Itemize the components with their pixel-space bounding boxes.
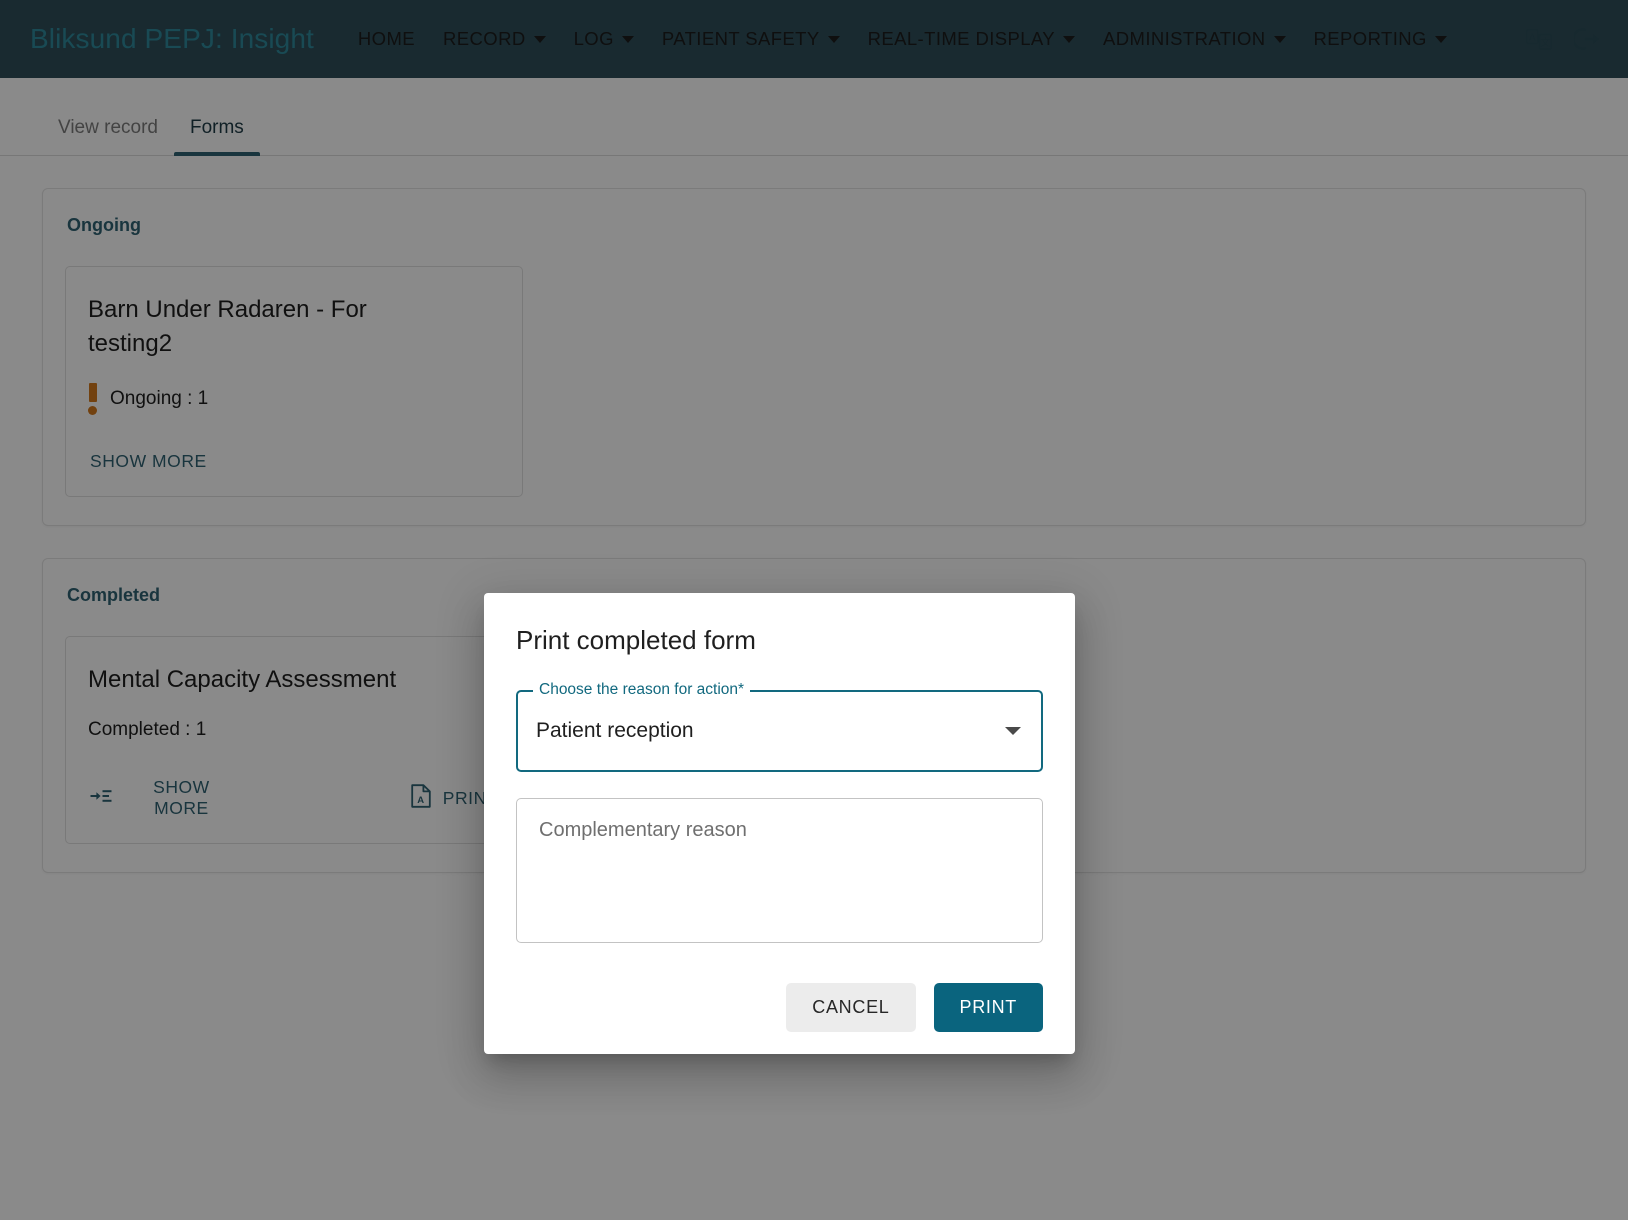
dialog-actions: CANCEL PRINT [516, 973, 1043, 1054]
complementary-reason-field[interactable] [516, 798, 1043, 943]
dialog-title: Print completed form [516, 625, 756, 655]
cancel-button[interactable]: CANCEL [786, 983, 916, 1032]
print-completed-form-dialog: Print completed form Choose the reason f… [484, 593, 1075, 1054]
reason-select-trigger[interactable] [516, 690, 1043, 772]
complementary-reason-input[interactable] [537, 817, 1022, 924]
reason-select-field[interactable]: Choose the reason for action* Patient re… [516, 681, 1043, 772]
print-confirm-button[interactable]: PRINT [933, 983, 1043, 1032]
